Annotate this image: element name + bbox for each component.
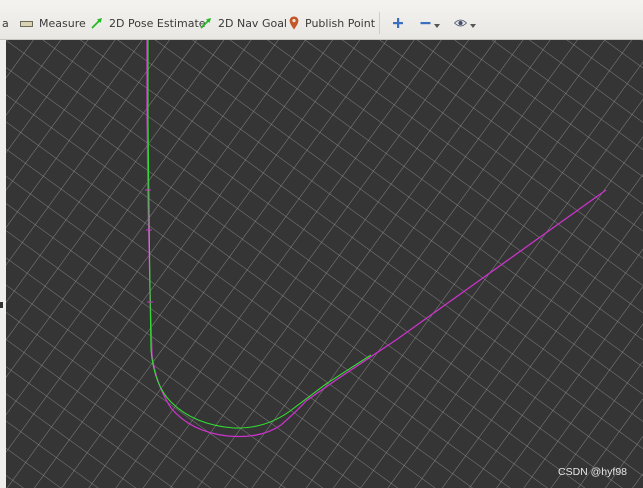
publish-point-label: Publish Point <box>305 17 376 30</box>
tool-truncated-label: a <box>2 17 9 30</box>
nav-goal-label: 2D Nav Goal <box>218 17 287 30</box>
scene-canvas <box>6 40 643 488</box>
remove-tool-button[interactable] <box>420 14 440 34</box>
pose-estimate-tool-button[interactable]: 2D Pose Estimate <box>91 14 206 34</box>
publish-point-tool-button[interactable]: Publish Point <box>289 14 375 34</box>
nav-goal-arrow-icon <box>200 17 212 32</box>
measure-tool-label: Measure <box>39 17 86 30</box>
map-pin-icon <box>289 16 299 33</box>
tools-toolbar: a Measure 2D Pose Estimate 2D Nav Goal P… <box>0 0 643 40</box>
plus-icon <box>392 17 404 32</box>
chevron-down-icon[interactable] <box>434 24 440 28</box>
splitter-handle[interactable] <box>0 302 3 308</box>
watermark-text: CSDN @hyf98 <box>557 466 627 478</box>
chevron-down-icon[interactable] <box>470 24 476 28</box>
pose-arrow-icon <box>91 17 103 32</box>
3d-render-viewport[interactable]: CSDN @hyf98 <box>6 40 643 488</box>
ruler-icon <box>20 18 33 31</box>
toolbar-separator <box>379 12 380 34</box>
minus-icon <box>420 17 431 32</box>
rviz-window: a Measure 2D Pose Estimate 2D Nav Goal P… <box>0 0 643 488</box>
add-tool-button[interactable] <box>392 14 410 34</box>
ground-grid <box>6 40 643 488</box>
view-panel-button[interactable] <box>453 14 476 34</box>
measure-tool-button[interactable]: Measure <box>20 14 86 34</box>
eye-icon <box>453 18 468 31</box>
tool-truncated[interactable]: a <box>2 14 9 34</box>
pose-estimate-label: 2D Pose Estimate <box>109 17 206 30</box>
nav-goal-tool-button[interactable]: 2D Nav Goal <box>200 14 287 34</box>
